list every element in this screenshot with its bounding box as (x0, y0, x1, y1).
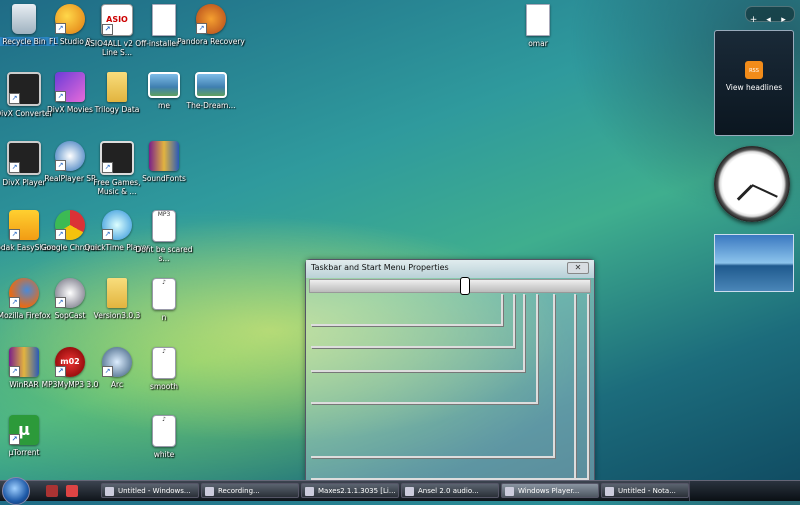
icon-label: white (153, 450, 175, 459)
desktop-icon-soundfonts[interactable]: SoundFonts (130, 139, 198, 203)
ghost-window-frame (311, 294, 589, 480)
window-icon (205, 487, 214, 496)
icon-label: Dont be scared s... (135, 245, 193, 263)
recycle-bin-icon (12, 4, 36, 34)
mouse-cursor (460, 277, 470, 295)
icon-label: omar (528, 39, 548, 48)
fl-studio-icon: ↗ (55, 4, 85, 34)
icon-label: The-Dream... (186, 101, 236, 110)
sidebar-controls: + ◂ ▸ (745, 6, 795, 25)
document-icon (526, 4, 550, 36)
taskbar-button-label: Untitled - Nota... (618, 487, 676, 495)
arc-icon: ↗ (102, 347, 132, 377)
rss-icon: RSS (745, 61, 763, 79)
rss-icon-text: RSS (749, 68, 759, 74)
start-button[interactable] (2, 477, 30, 505)
window-icon (605, 487, 614, 496)
desktop-icon-pandora-recovery[interactable]: ↗ Pandora Recovery (177, 2, 245, 66)
previous-button[interactable]: ◂ (761, 13, 776, 27)
desktop-icon-omar[interactable]: omar (504, 2, 572, 66)
desktop-icon-the-dream[interactable]: The-Dream... (177, 70, 245, 134)
slideshow-gadget[interactable] (714, 234, 794, 292)
utorrent-icon: µ ↗ (9, 415, 39, 445)
pandora-icon: ↗ (196, 4, 226, 34)
firefox-icon: ↗ (9, 278, 39, 308)
quicktime-icon: ↗ (102, 210, 132, 240)
winrar-icon (149, 141, 179, 171)
desktop-icon-smooth[interactable]: ♪ smooth (130, 345, 198, 409)
image-icon (195, 72, 227, 98)
taskbar: Untitled - Windows... Recording... Maxes… (0, 477, 800, 505)
image-icon (148, 72, 180, 98)
document-icon (152, 4, 176, 36)
taskbar-button[interactable]: Recording... (201, 483, 299, 498)
desktop-icon-dont-be-scared[interactable]: MP3 Dont be scared s... (130, 208, 198, 272)
realplayer-icon: ↗ (55, 141, 85, 171)
dialog-toolbar-strip (309, 279, 591, 293)
audio-file-icon: ♪ (152, 347, 176, 379)
taskbar-button[interactable]: Maxes2.1.1.3035 [Li... (301, 483, 399, 498)
dialog-title[interactable]: Taskbar and Start Menu Properties (306, 260, 594, 278)
audio-file-icon: ♪ (152, 415, 176, 447)
audio-file-icon: ♪ (152, 278, 176, 310)
icon-label: SoundFonts (142, 174, 186, 183)
mp3mymp3-icon: m02 ↗ (55, 347, 85, 377)
taskbar-button-label: Recording... (218, 487, 260, 495)
icon-label: smooth (149, 382, 179, 391)
divx-movies-icon: ↗ (55, 72, 85, 102)
window-icon (505, 487, 514, 496)
feed-headlines-gadget[interactable]: RSS View headlines (714, 30, 794, 136)
taskbar-button[interactable]: Untitled - Nota... (601, 483, 689, 498)
desktop-icon-white[interactable]: ♪ white (130, 413, 198, 477)
clock-gadget[interactable] (714, 146, 790, 222)
kodak-icon: ↗ (9, 210, 39, 240)
folder-icon (107, 278, 127, 308)
clock-hour-hand (736, 184, 754, 201)
window-icon (105, 487, 114, 496)
notification-area[interactable] (689, 481, 800, 501)
taskbar-button[interactable]: Untitled - Windows... (101, 483, 199, 498)
sopcast-icon: ↗ (55, 278, 85, 308)
taskbar-button-label: Untitled - Windows... (118, 487, 191, 495)
taskbar-button-label: Ansel 2.0 audio... (418, 487, 479, 495)
clock-minute-hand (751, 184, 778, 198)
taskbar-properties-dialog[interactable]: Taskbar and Start Menu Properties ✕ (305, 259, 595, 482)
games-icon: ↗ (100, 141, 134, 175)
winrar-icon: ↗ (9, 347, 39, 377)
taskbar-button-label: Maxes2.1.1.3035 [Li... (318, 487, 396, 495)
asio-icon: ASIO ↗ (101, 4, 133, 36)
quick-launch-icon[interactable] (46, 485, 58, 497)
quick-launch-icon[interactable] (66, 485, 78, 497)
next-button[interactable]: ▸ (776, 13, 791, 27)
view-headlines-link[interactable]: View headlines (715, 83, 793, 92)
desktop-icon-utorrent[interactable]: µ ↗ µTorrent (0, 413, 58, 477)
chrome-icon: ↗ (55, 210, 85, 240)
folder-icon (107, 72, 127, 102)
add-gadget-button[interactable]: + (746, 13, 761, 27)
taskbar-button-label: Windows Player... (518, 487, 580, 495)
desktop-icon-n[interactable]: ♪ n (130, 276, 198, 340)
taskbar-button[interactable]: Ansel 2.0 audio... (401, 483, 499, 498)
taskbar-button-active[interactable]: Windows Player... (501, 483, 599, 498)
window-icon (305, 487, 314, 496)
icon-label: Pandora Recovery (177, 37, 245, 46)
close-button[interactable]: ✕ (567, 262, 589, 274)
window-icon (405, 487, 414, 496)
icon-label: n (161, 313, 167, 322)
mp3-icon: MP3 (152, 210, 176, 242)
icon-label: µTorrent (8, 448, 40, 457)
